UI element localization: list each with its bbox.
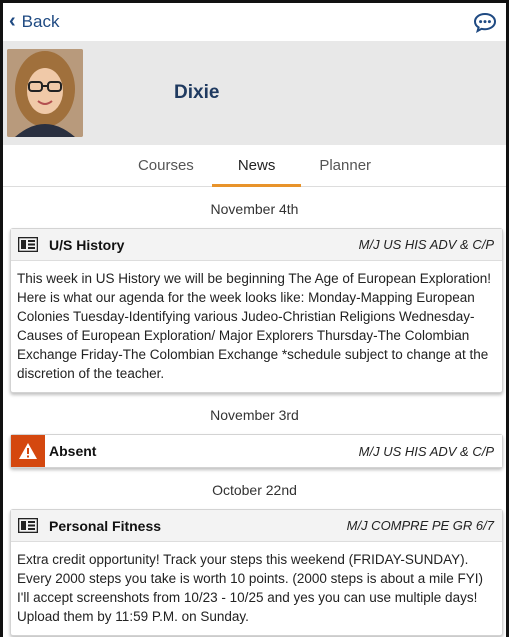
chat-bubble-icon[interactable] [472,11,498,33]
card-header: U/S History M/J US HIS ADV & C/P [11,229,502,261]
news-card[interactable]: Personal Fitness M/J COMPRE PE GR 6/7 Ex… [10,509,503,636]
newspaper-icon [11,229,45,261]
feed-date: November 3rd [210,407,299,423]
news-feed: November 4th U/S History M/J US HIS ADV … [3,187,506,636]
avatar [7,49,83,137]
app-frame: ‹ Back Dixie Courses News Planner Novemb… [0,0,509,637]
card-course: M/J US HIS ADV & C/P [358,237,494,252]
card-course: M/J COMPRE PE GR 6/7 [346,518,494,533]
card-header: Absent M/J US HIS ADV & C/P [11,435,502,467]
student-name: Dixie [174,82,220,103]
feed-date: November 4th [210,201,299,217]
profile-header: Dixie [3,41,506,145]
tab-planner[interactable]: Planner [319,157,371,186]
newspaper-icon [11,510,45,542]
news-card[interactable]: U/S History M/J US HIS ADV & C/P This we… [10,228,503,393]
card-title: Personal Fitness [49,517,162,534]
tab-bar: Courses News Planner [3,145,506,187]
back-label: Back [21,12,60,31]
card-title: U/S History [49,236,125,253]
chevron-left-icon: ‹ [9,10,16,32]
feed-date: October 22nd [212,482,297,498]
tab-courses[interactable]: Courses [138,157,194,186]
tab-news[interactable]: News [212,157,301,187]
card-body: This week in US History we will be begin… [17,271,492,381]
card-header: Personal Fitness M/J COMPRE PE GR 6/7 [11,510,502,542]
top-bar: ‹ Back [3,3,506,41]
card-title: Absent [49,443,97,459]
card-body: Extra credit opportunity! Track your ste… [17,552,483,624]
back-button[interactable]: ‹ Back [9,10,60,32]
absent-card[interactable]: Absent M/J US HIS ADV & C/P [10,434,503,468]
warning-icon [11,435,45,467]
card-course: M/J US HIS ADV & C/P [358,443,494,459]
